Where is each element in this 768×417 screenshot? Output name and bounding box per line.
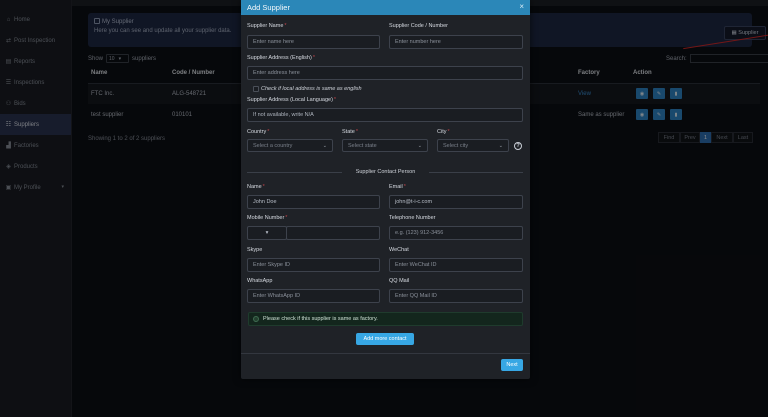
contact-name-label: Name* — [247, 184, 265, 190]
skype-input[interactable]: Enter Skype ID — [247, 258, 380, 272]
state-select[interactable]: Select state ⌄ — [342, 139, 428, 152]
same-as-factory-box[interactable]: Please check if this supplier is same as… — [248, 312, 523, 326]
close-icon[interactable]: × — [519, 2, 524, 11]
country-select-value: Select a country — [253, 142, 293, 149]
qqmail-input[interactable]: Enter QQ Mail ID — [389, 289, 523, 303]
city-label: City* — [437, 129, 450, 135]
city-select[interactable]: Select city ⌄ — [437, 139, 509, 152]
modal-footer-divider — [241, 353, 530, 354]
state-label: State* — [342, 129, 358, 135]
modal-header: Add Supplier × — [241, 0, 530, 15]
same-address-checkbox[interactable] — [253, 86, 259, 92]
mobile-label: Mobile Number* — [247, 215, 288, 221]
add-supplier-modal: Add Supplier × Supplier Name* Enter name… — [241, 0, 530, 379]
address-english-label: Supplier Address (English)* — [247, 55, 315, 61]
section-divider-right — [429, 172, 523, 173]
skype-label: Skype — [247, 247, 263, 253]
state-select-value: Select state — [348, 142, 377, 149]
same-address-label[interactable]: Check if local address is same as englis… — [261, 86, 362, 92]
address-local-label: Supplier Address (Local Language)* — [247, 97, 337, 103]
contact-name-input[interactable]: John Doe — [247, 195, 380, 209]
address-local-input[interactable]: If not available, write N/A — [247, 108, 523, 122]
add-more-contact-button[interactable]: Add more contact — [356, 333, 414, 345]
chevron-down-icon: ⌄ — [417, 143, 422, 149]
same-as-factory-checkbox[interactable] — [253, 316, 259, 322]
supplier-name-input[interactable]: Enter name here — [247, 35, 380, 49]
contact-email-input[interactable]: john@t-i-c.com — [389, 195, 523, 209]
chevron-down-icon: ▾ — [265, 230, 269, 236]
wechat-input[interactable]: Enter WeChat ID — [389, 258, 523, 272]
country-label: Country* — [247, 129, 270, 135]
supplier-name-label: Supplier Name* — [247, 23, 287, 29]
help-icon[interactable]: ? — [514, 142, 522, 150]
next-button[interactable]: Next — [501, 359, 523, 371]
same-as-factory-label[interactable]: Please check if this supplier is same as… — [263, 316, 378, 322]
address-english-input[interactable]: Enter address here — [247, 66, 523, 80]
modal-title: Add Supplier — [247, 3, 290, 12]
whatsapp-label: WhatsApp — [247, 278, 273, 284]
chevron-down-icon: ⌄ — [322, 143, 327, 149]
telephone-label: Telephone Number — [389, 215, 436, 221]
chevron-down-icon: ⌄ — [498, 143, 503, 149]
wechat-label: WeChat — [389, 247, 409, 253]
qqmail-label: QQ Mail — [389, 278, 410, 284]
contact-email-label: Email* — [389, 184, 406, 190]
mobile-number-input[interactable] — [286, 226, 380, 240]
country-select[interactable]: Select a country ⌄ — [247, 139, 333, 152]
supplier-code-input[interactable]: Enter number here — [389, 35, 523, 49]
whatsapp-input[interactable]: Enter WhatsApp ID — [247, 289, 380, 303]
country-code-select[interactable]: ▾ — [247, 226, 287, 240]
supplier-code-label: Supplier Code / Number — [389, 23, 449, 29]
telephone-input[interactable]: e.g. (123) 912-3456 — [389, 226, 523, 240]
city-select-value: Select city — [443, 142, 469, 149]
